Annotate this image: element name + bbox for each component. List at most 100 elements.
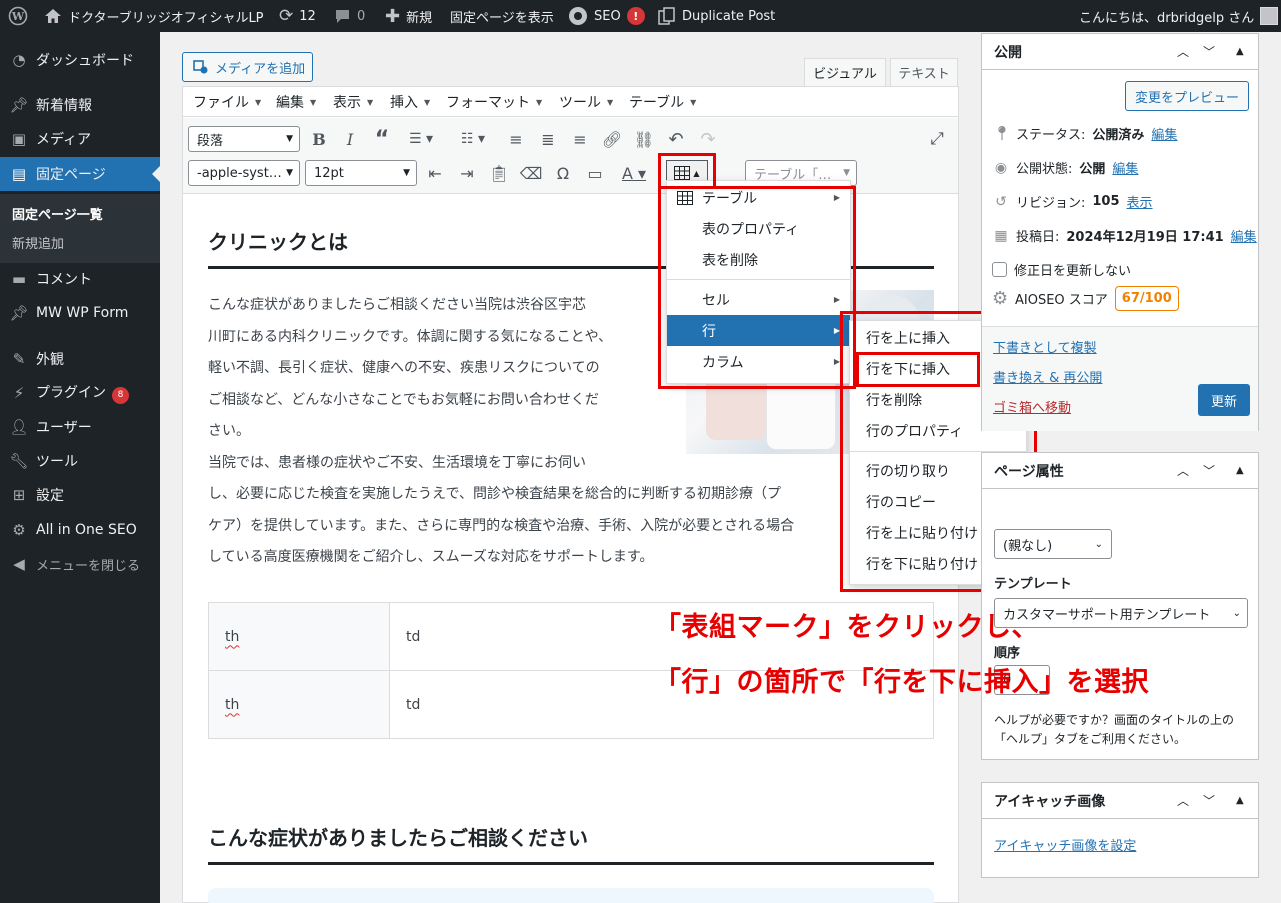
menu-pages[interactable]: ▤ 固定ページ bbox=[0, 157, 160, 191]
menu-aioseo[interactable]: ⚙ All in One SEO bbox=[0, 513, 160, 547]
move-up-icon[interactable]: ︿ bbox=[1177, 462, 1189, 479]
toggle-panel-icon[interactable]: ▲ bbox=[1236, 46, 1244, 57]
menubar-tools[interactable]: ツール ▼ bbox=[559, 87, 613, 117]
link-icon[interactable]: 🔗︎ bbox=[599, 126, 625, 152]
menu-settings[interactable]: ⊞ 設定 bbox=[0, 478, 160, 512]
order-label: 順序 bbox=[994, 646, 1021, 661]
submenu-add-new[interactable]: 新規追加 bbox=[12, 233, 64, 252]
blockquote-icon[interactable]: “ bbox=[369, 126, 395, 152]
browse-revisions-link[interactable]: 表示 bbox=[1127, 192, 1153, 211]
copy-to-draft-link[interactable]: 下書きとして複製 bbox=[993, 337, 1097, 356]
table-cell[interactable]: th bbox=[208, 670, 390, 739]
move-down-icon[interactable]: ﹀ bbox=[1203, 462, 1215, 479]
toggle-panel-icon[interactable]: ▲ bbox=[1236, 795, 1244, 806]
content-paragraph-cont[interactable]: し、必要に応じた検査を実施したうえで、問診や検査結果を総合的に判断する初期診療（… bbox=[208, 479, 868, 574]
wordpress-logo-icon[interactable]: W bbox=[8, 0, 28, 32]
align-center-icon[interactable]: ≣ bbox=[535, 126, 561, 152]
font-family-select[interactable]: -apple-syst… ▼ bbox=[188, 160, 300, 186]
parent-page-select[interactable]: (親なし) ⌄ bbox=[994, 529, 1112, 559]
menu-appearance[interactable]: ✎ 外観 bbox=[0, 342, 160, 376]
menu-mw-wp-form[interactable]: 📌︎ MW WP Form bbox=[0, 296, 160, 330]
menu-comments[interactable]: ▬ コメント bbox=[0, 262, 160, 296]
menubar-table[interactable]: テーブル ▼ bbox=[629, 87, 696, 117]
aioseo-label: AIOSEO スコア bbox=[1015, 293, 1108, 308]
comments-link[interactable]: 0 bbox=[334, 0, 365, 32]
edit-date-link[interactable]: 編集 bbox=[1231, 226, 1257, 245]
numbered-list-icon[interactable]: ☷ ▾ bbox=[453, 126, 493, 152]
new-content-link[interactable]: ✚ 新規 bbox=[385, 0, 432, 32]
menu-dashboard[interactable]: ◔ ダッシュボード bbox=[0, 43, 160, 77]
content-paragraph[interactable]: こんな症状がありましたらご相談ください当院は渋谷区宇芯 川町にある内科クリニック… bbox=[208, 290, 688, 479]
move-up-icon[interactable]: ︿ bbox=[1177, 43, 1189, 60]
text-color-icon[interactable]: A ▾ bbox=[614, 160, 654, 186]
comment-bubble-icon bbox=[334, 9, 351, 24]
edit-status-link[interactable]: 編集 bbox=[1151, 124, 1177, 143]
content-heading[interactable]: クリニックとは bbox=[208, 226, 348, 255]
font-size-select[interactable]: 12pt ▼ bbox=[305, 160, 417, 186]
menu-users[interactable]: 👤︎ ユーザー bbox=[0, 410, 160, 444]
special-char-icon[interactable]: Ω bbox=[550, 160, 576, 186]
aioseo-score-badge[interactable]: 67/100 bbox=[1114, 286, 1179, 311]
paragraph-line: ケア）を提供しています。また、さらに専門的な検査や治療、手術、入院が必要とされる… bbox=[208, 517, 795, 534]
outdent-icon[interactable]: ⇤ bbox=[422, 160, 448, 186]
fullscreen-icon[interactable]: ⤢ bbox=[924, 126, 950, 152]
menu-plugins[interactable]: ⚡︎ プラグイン 8 bbox=[0, 376, 160, 410]
set-featured-image-link[interactable]: アイキャッチ画像を設定 bbox=[994, 835, 1136, 854]
menubar-edit[interactable]: 編集 ▼ bbox=[276, 87, 316, 117]
move-down-icon[interactable]: ﹀ bbox=[1203, 43, 1215, 60]
bullet-list-icon[interactable]: ☰ ▾ bbox=[401, 126, 441, 152]
toggle-panel-icon[interactable]: ▲ bbox=[1236, 465, 1244, 476]
menu-media[interactable]: ▣ メディア bbox=[0, 122, 160, 156]
parent-page-value: (親なし) bbox=[1003, 538, 1053, 554]
italic-icon[interactable]: I bbox=[337, 126, 363, 152]
menubar-view[interactable]: 表示 ▼ bbox=[333, 87, 373, 117]
collapse-menu-button[interactable]: ◀ メニューを閉じる bbox=[0, 547, 160, 581]
tab-text[interactable]: テキスト bbox=[890, 58, 958, 87]
add-media-button[interactable]: メディアを追加 bbox=[182, 52, 313, 82]
unlink-icon[interactable]: ⛓ bbox=[631, 126, 657, 152]
horizontal-line-icon[interactable]: ▭ bbox=[582, 160, 608, 186]
date-value: 2024年12月19日 17:41 bbox=[1066, 230, 1224, 245]
menubar-label: フォーマット bbox=[446, 95, 530, 111]
caret-down-icon: ▼ bbox=[286, 134, 293, 144]
menubar-format[interactable]: フォーマット ▼ bbox=[446, 87, 542, 117]
preview-changes-button[interactable]: 変更をプレビュー bbox=[1125, 81, 1249, 111]
clear-format-icon[interactable]: ⌫ bbox=[518, 160, 544, 186]
move-to-trash-link[interactable]: ゴミ箱へ移動 bbox=[993, 397, 1071, 416]
updates-link[interactable]: ⟳ 12 bbox=[279, 0, 316, 32]
site-name-link[interactable]: ドクターブリッジオフィシャルLP bbox=[44, 0, 264, 32]
my-account-menu[interactable]: こんにちは、drbridgelp さん bbox=[1079, 0, 1279, 32]
caret-down-icon: ▼ bbox=[367, 97, 374, 107]
collapse-arrow-icon: ◀ bbox=[13, 555, 25, 573]
align-left-icon[interactable]: ≡ bbox=[503, 126, 529, 152]
chevron-down-icon: ⌄ bbox=[1094, 538, 1103, 550]
publish-box-title: 公開 bbox=[994, 44, 1022, 61]
tab-visual[interactable]: ビジュアル bbox=[804, 58, 886, 87]
pin-icon: 📌︎ bbox=[9, 96, 29, 114]
seo-menu[interactable]: SEO ! bbox=[568, 0, 645, 32]
duplicate-post-link[interactable]: Duplicate Post bbox=[658, 0, 775, 32]
move-up-icon[interactable]: ︿ bbox=[1177, 792, 1189, 809]
move-down-icon[interactable]: ﹀ bbox=[1203, 792, 1215, 809]
redo-icon[interactable]: ↷ bbox=[695, 126, 721, 152]
menu-news[interactable]: 📌︎ 新着情報 bbox=[0, 88, 160, 122]
paste-text-icon[interactable]: 📋︎ bbox=[486, 160, 512, 186]
modified-date-checkbox[interactable] bbox=[992, 262, 1007, 277]
menubar-file[interactable]: ファイル ▼ bbox=[193, 87, 261, 117]
menubar-insert[interactable]: 挿入 ▼ bbox=[390, 87, 430, 117]
indent-icon[interactable]: ⇥ bbox=[454, 160, 480, 186]
undo-icon[interactable]: ↶ bbox=[663, 126, 689, 152]
align-right-icon[interactable]: ≡ bbox=[567, 126, 593, 152]
menu-tools[interactable]: 🔧︎ ツール bbox=[0, 444, 160, 478]
rewrite-republish-link[interactable]: 書き換え & 再公開 bbox=[993, 367, 1102, 386]
update-button[interactable]: 更新 bbox=[1198, 384, 1250, 416]
submenu-all-pages[interactable]: 固定ページ一覧 bbox=[12, 204, 103, 223]
bold-icon[interactable]: B bbox=[306, 126, 332, 152]
featured-image-title: アイキャッチ画像 bbox=[994, 793, 1106, 810]
annotation-highlight bbox=[658, 186, 856, 389]
edit-visibility-link[interactable]: 編集 bbox=[1112, 158, 1138, 177]
table-cell[interactable]: th bbox=[208, 602, 390, 671]
content-heading[interactable]: こんな症状がありましたらご相談ください bbox=[208, 822, 588, 851]
view-page-link[interactable]: 固定ページを表示 bbox=[450, 0, 554, 32]
format-select[interactable]: 段落 ▼ bbox=[188, 126, 300, 152]
